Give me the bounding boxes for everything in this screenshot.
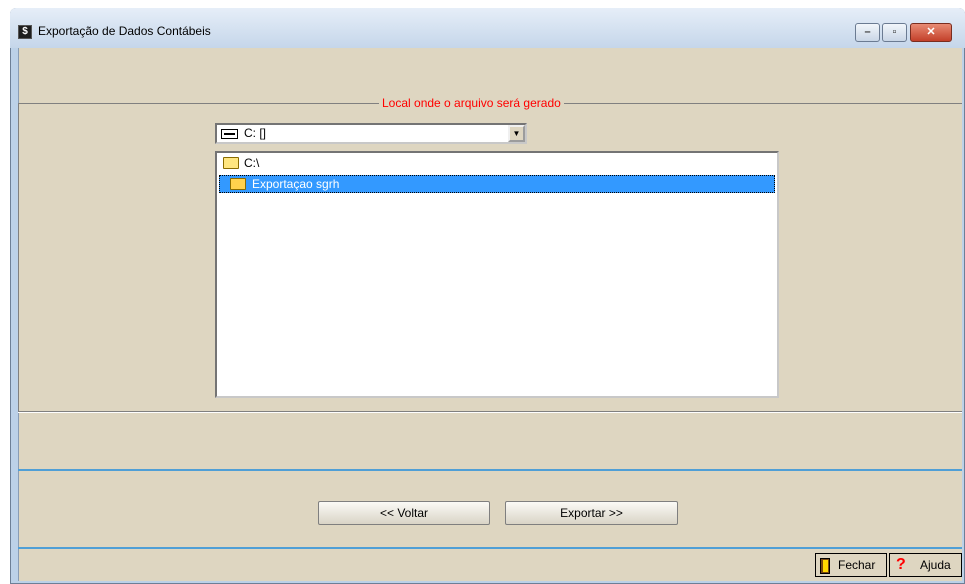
chevron-down-icon: ▼ — [512, 129, 521, 138]
window-title: Exportação de Dados Contábeis — [38, 24, 211, 38]
close-button[interactable]: Fechar — [815, 553, 887, 577]
open-folder-icon — [230, 178, 246, 190]
app-icon[interactable]: $ — [18, 25, 32, 39]
drive-dropdown-button[interactable]: ▼ — [508, 125, 525, 142]
door-icon — [820, 558, 830, 574]
folder-item-label: Exportaçao sgrh — [252, 177, 340, 191]
group-legend: Local onde o arquivo será gerado — [379, 96, 564, 110]
close-window-button[interactable]: ✕ — [910, 23, 952, 42]
drive-select[interactable]: C: [] ▼ — [215, 123, 527, 144]
folder-item-exportacao[interactable]: Exportaçao sgrh — [219, 175, 775, 193]
group-frame-left — [18, 103, 19, 412]
close-icon: ✕ — [926, 26, 936, 38]
folder-item-label: C:\ — [244, 156, 260, 170]
minimize-button[interactable]: – — [855, 23, 880, 42]
minimize-icon: – — [864, 26, 871, 38]
maximize-icon: ▫ — [892, 26, 897, 38]
separator-bottom — [18, 547, 962, 549]
close-button-label: Fechar — [838, 558, 876, 572]
separator-top — [18, 469, 962, 471]
group-frame-highlight — [18, 412, 962, 413]
drive-select-value: C: [] — [244, 126, 267, 140]
back-button[interactable]: << Voltar — [318, 501, 490, 525]
help-button-label: Ajuda — [920, 558, 951, 572]
maximize-button[interactable]: ▫ — [882, 23, 907, 42]
open-folder-icon — [223, 157, 239, 169]
help-icon: ? — [896, 556, 906, 573]
drive-icon — [221, 129, 238, 139]
folder-item-root[interactable]: C:\ — [219, 155, 775, 173]
export-button[interactable]: Exportar >> — [505, 501, 678, 525]
folder-list[interactable]: C:\ Exportaçao sgrh — [215, 151, 779, 398]
help-button[interactable]: ? Ajuda — [889, 553, 962, 577]
